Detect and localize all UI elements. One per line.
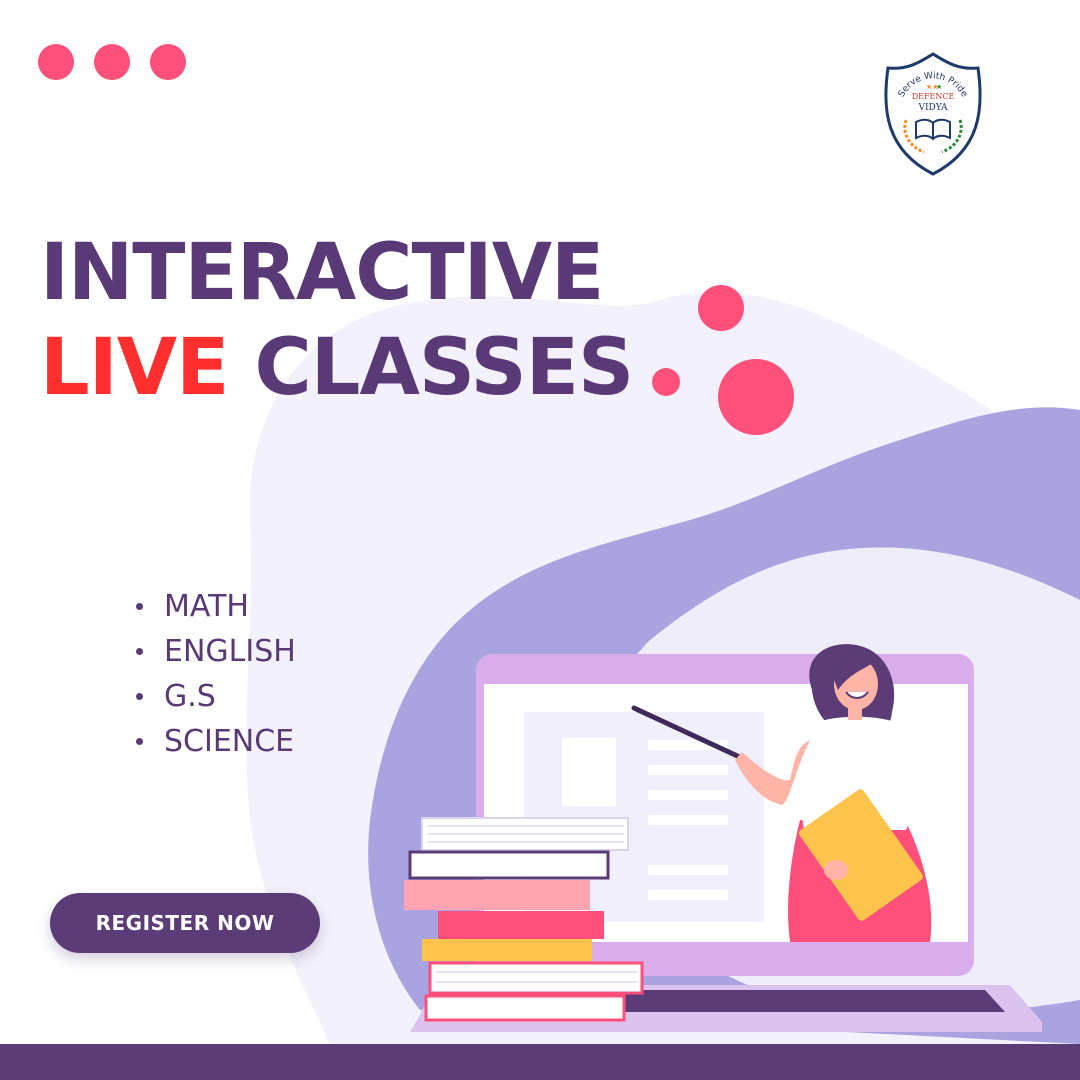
subject-item: MATH (136, 584, 296, 629)
register-now-button[interactable]: REGISTER NOW (50, 893, 320, 953)
open-book-icon (915, 118, 951, 141)
svg-text:★: ★ (936, 83, 942, 91)
subject-item: G.S (136, 674, 296, 719)
window-dots (38, 44, 186, 80)
slide-image (562, 738, 616, 806)
defence-vidya-logo: Serve With Pride ★★ ★ DEFENCE VIDYA (884, 52, 982, 176)
pink-dot (94, 44, 130, 80)
pink-dot (38, 44, 74, 80)
bubble-small (652, 368, 680, 396)
bubble-large (718, 359, 794, 435)
headline-line1: INTERACTIVE (40, 228, 604, 318)
subjects-list: MATH ENGLISH G.S SCIENCE (136, 584, 296, 764)
headline-live: LIVE (40, 323, 229, 414)
logo-name-line2: VIDYA (917, 103, 948, 113)
headline: INTERACTIVE LIVE CLASSES (40, 226, 635, 416)
headline-line2: LIVE CLASSES (40, 321, 635, 416)
headline-classes: CLASSES (254, 323, 635, 414)
subject-item: SCIENCE (136, 719, 296, 764)
logo-name-line1: DEFENCE (912, 92, 955, 101)
bottom-bar (0, 1044, 1080, 1080)
subject-item: ENGLISH (136, 629, 296, 674)
pink-dot (150, 44, 186, 80)
bubble-medium (698, 285, 744, 331)
poster: Serve With Pride ★★ ★ DEFENCE VIDYA INTE… (0, 0, 1080, 1080)
